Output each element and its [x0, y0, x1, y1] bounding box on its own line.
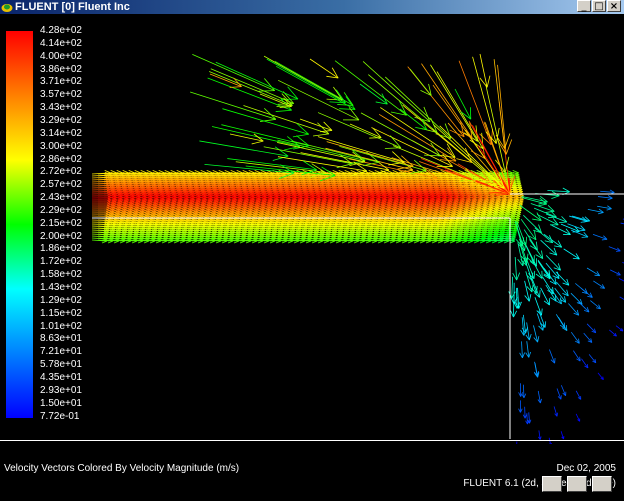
minimize-button[interactable]: _: [577, 0, 591, 12]
colormap-label: 2.15e+02: [40, 219, 82, 229]
colormap-label: 2.00e+02: [40, 232, 82, 242]
colormap-label: 3.71e+02: [40, 77, 82, 87]
colormap-label: 8.63e+01: [40, 334, 82, 344]
colormap-bar: [6, 31, 33, 418]
colormap-label: 4.35e+01: [40, 373, 82, 383]
colormap-label: 2.43e+02: [40, 193, 82, 203]
colormap-label: 7.72e-01: [40, 412, 79, 422]
colormap-label: 3.14e+02: [40, 129, 82, 139]
colormap-label: 7.21e+01: [40, 347, 82, 357]
colormap-label: 3.57e+02: [40, 90, 82, 100]
window-title: FLUENT [0] Fluent Inc: [15, 0, 130, 14]
taskbar-button-2[interactable]: [567, 476, 587, 492]
colormap-label: 4.28e+02: [40, 26, 82, 36]
colormap-label: 3.00e+02: [40, 142, 82, 152]
colormap-label: 2.57e+02: [40, 180, 82, 190]
colormap-label: 1.58e+02: [40, 270, 82, 280]
caption-separator: [0, 440, 624, 441]
colormap-label: 1.29e+02: [40, 296, 82, 306]
colormap-label: 2.93e+01: [40, 386, 82, 396]
taskbar-button-3[interactable]: [592, 476, 612, 492]
vector-field: [92, 54, 624, 444]
maximize-button[interactable]: □: [592, 0, 606, 12]
colormap-label: 1.50e+01: [40, 399, 82, 409]
colormap-label: 2.72e+02: [40, 167, 82, 177]
colormap-label: 4.00e+02: [40, 52, 82, 62]
colormap-label: 3.86e+02: [40, 65, 82, 75]
colormap-label: 2.29e+02: [40, 206, 82, 216]
colormap-label: 1.43e+02: [40, 283, 82, 293]
plot-date: Dec 02, 2005: [557, 463, 617, 474]
colormap-label: 1.86e+02: [40, 244, 82, 254]
window-titlebar[interactable]: FLUENT [0] Fluent Inc _ □ ×: [0, 0, 624, 14]
colormap-label: 1.72e+02: [40, 257, 82, 267]
colormap-label: 5.78e+01: [40, 360, 82, 370]
close-button[interactable]: ×: [607, 0, 621, 12]
colormap-label: 3.43e+02: [40, 103, 82, 113]
plot-description: Velocity Vectors Colored By Velocity Mag…: [4, 463, 239, 474]
colormap-label: 3.29e+02: [40, 116, 82, 126]
colormap-label: 4.14e+02: [40, 39, 82, 49]
taskbar-button-1[interactable]: [542, 476, 562, 492]
fluent-app-icon[interactable]: [1, 1, 13, 13]
velocity-vector-plot: [0, 14, 624, 444]
colormap-label: 2.86e+02: [40, 155, 82, 165]
colormap-label: 1.15e+02: [40, 309, 82, 319]
colormap-label: 1.01e+02: [40, 322, 82, 332]
